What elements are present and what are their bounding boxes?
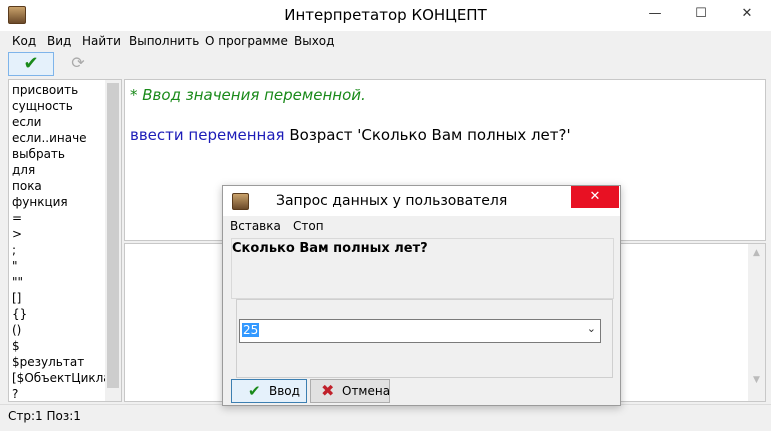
list-item[interactable]: сущность [12,98,73,114]
menu-about[interactable]: О программе [205,34,288,48]
dialog-input-area: 25 ⌄ [236,299,613,378]
scrollbar-thumb[interactable] [107,83,119,388]
list-item[interactable]: () [12,322,21,338]
checkmark-icon: ✔ [248,382,261,400]
menu-run[interactable]: Выполнить [129,34,199,48]
code-text: Возраст 'Сколько Вам полных лет?' [284,126,571,144]
code-line: ввести переменная Возраст 'Сколько Вам п… [130,126,571,144]
scroll-down-icon[interactable]: ▼ [748,375,765,385]
dialog-prompt: Сколько Вам полных лет? [232,241,428,256]
dialog-app-icon [232,193,249,210]
close-button[interactable]: ✕ [724,0,770,30]
minimize-button[interactable]: — [632,0,678,30]
list-item[interactable]: если..иначе [12,130,87,146]
output-scrollbar[interactable]: ▲ ▼ [748,244,765,401]
dialog-title-bar: Запрос данных у пользователя ✕ [223,186,620,216]
list-item[interactable]: присвоить [12,82,78,98]
dialog-menu-bar: Вставка Стоп [223,216,620,236]
cursor-position: Стр:1 Поз:1 [8,409,81,423]
value-combobox[interactable]: 25 ⌄ [239,319,601,343]
code-keyword: ввести переменная [130,126,285,144]
cancel-button-label: Отмена [342,384,391,398]
submit-button-label: Ввод [269,384,300,398]
submit-button[interactable]: ✔ Ввод [231,379,307,403]
list-item[interactable]: {} [12,306,27,322]
dialog-prompt-area: Сколько Вам полных лет? [231,238,614,299]
refresh-button[interactable]: ⟳ [56,52,100,74]
title-bar: Интерпретатор КОНЦЕПТ — ☐ ✕ [0,0,771,31]
menu-find[interactable]: Найти [82,34,121,48]
list-item[interactable]: выбрать [12,146,65,162]
cross-icon: ✖ [321,381,335,400]
menu-insert[interactable]: Вставка [230,219,281,233]
list-item[interactable]: > [12,226,22,242]
list-item[interactable]: если [12,114,41,130]
maximize-button[interactable]: ☐ [678,0,724,30]
menu-code[interactable]: Код [12,34,36,48]
menu-exit[interactable]: Выход [294,34,334,48]
run-button[interactable]: ✔ [8,52,54,76]
toolbar: ✔ ⟳ [0,51,771,77]
checkmark-icon: ✔ [23,53,39,74]
refresh-icon: ⟳ [71,53,85,72]
code-comment: * Ввод значения переменной. [130,86,366,104]
menu-view[interactable]: Вид [47,34,71,48]
list-item[interactable]: $результат [12,354,84,370]
list-item[interactable]: $ [12,338,20,354]
scroll-up-icon[interactable]: ▲ [748,248,765,258]
status-bar: Стр:1 Поз:1 [0,404,771,431]
list-item[interactable]: = [12,210,22,226]
list-item[interactable]: функция [12,194,68,210]
list-item[interactable]: "" [12,274,23,290]
input-dialog: Запрос данных у пользователя ✕ Вставка С… [222,185,621,406]
combobox-value[interactable]: 25 [242,323,260,337]
list-item[interactable]: ; [12,242,16,258]
menu-stop[interactable]: Стоп [293,219,324,233]
cancel-button[interactable]: ✖ Отмена [310,379,390,403]
list-item[interactable]: [$ОбъектЦикла [12,370,111,386]
list-item[interactable]: ? [12,386,18,401]
list-item[interactable]: для [12,162,35,178]
dialog-title: Запрос данных у пользователя [276,193,508,209]
menu-bar: Код Вид Найти Выполнить О программе Выхо… [0,31,771,51]
dialog-close-button[interactable]: ✕ [571,186,619,208]
list-item[interactable]: пока [12,178,42,194]
chevron-down-icon[interactable]: ⌄ [587,322,596,335]
keyword-list-scrollbar[interactable] [105,80,121,401]
keyword-list[interactable]: присвоить сущность если если..иначе выбр… [8,79,122,402]
list-item[interactable]: " [12,258,18,274]
list-item[interactable]: [] [12,290,21,306]
